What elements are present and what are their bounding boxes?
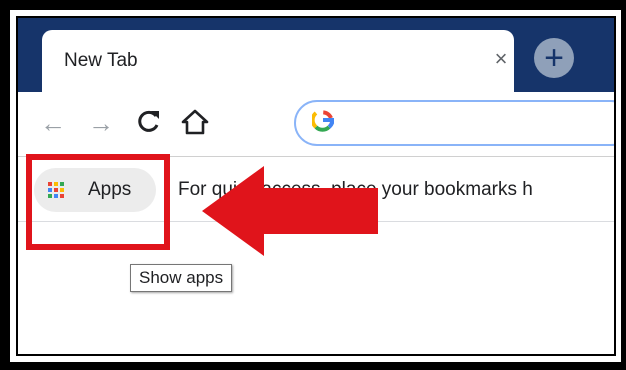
google-g-svg	[310, 110, 334, 133]
forward-arrow-icon[interactable]: →	[84, 108, 118, 138]
reload-icon[interactable]	[132, 108, 166, 140]
tab-strip: New Tab × +	[18, 18, 614, 92]
new-tab-button[interactable]: +	[534, 38, 574, 78]
tab-title: New Tab	[64, 50, 138, 71]
annotation-arrow-icon	[202, 166, 378, 256]
annotation-highlight-box	[26, 154, 170, 250]
home-icon[interactable]	[178, 108, 212, 142]
google-logo-icon	[310, 108, 334, 139]
address-bar[interactable]	[294, 100, 614, 146]
annotation-frame: New Tab × + ← → Apps For your bookmarks …	[0, 0, 626, 370]
toolbar: ← →	[18, 92, 614, 156]
close-icon[interactable]: ×	[490, 48, 512, 70]
home-icon-svg	[181, 109, 209, 135]
tab-new-tab[interactable]: New Tab ×	[42, 30, 514, 92]
reload-icon-svg	[138, 110, 159, 132]
browser-window: New Tab × + ← → Apps For your bookmarks …	[16, 16, 616, 356]
back-arrow-icon[interactable]: ←	[36, 108, 70, 138]
tooltip: Show apps	[130, 264, 233, 292]
